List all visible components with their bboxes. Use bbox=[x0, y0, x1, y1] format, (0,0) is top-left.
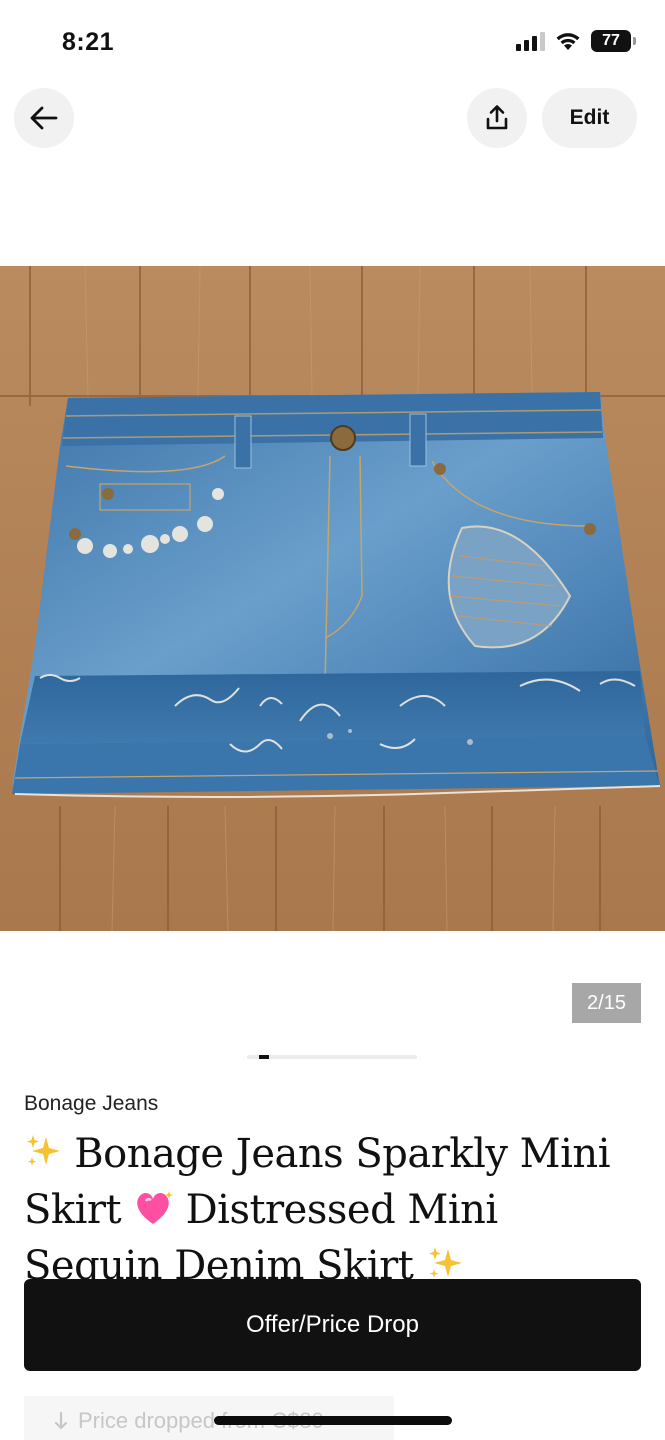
sparkling-heart-icon bbox=[133, 1188, 174, 1240]
status-bar: 8:21 77 bbox=[0, 0, 665, 80]
listing-title: Bonage Jeans Sparkly Mini Skirt Distress… bbox=[24, 1128, 644, 1296]
battery-level: 77 bbox=[602, 32, 620, 49]
sparkles-icon bbox=[24, 1132, 62, 1184]
back-button[interactable] bbox=[14, 88, 74, 148]
brand-name[interactable]: Bonage Jeans bbox=[24, 1092, 158, 1116]
status-icons: 77 bbox=[516, 30, 636, 52]
carousel-indicator-thumb bbox=[259, 1055, 269, 1059]
top-nav: Edit bbox=[0, 88, 665, 148]
carousel-indicator bbox=[247, 1055, 417, 1059]
battery-icon: 77 bbox=[591, 30, 636, 52]
arrow-down-icon bbox=[54, 1411, 68, 1430]
wifi-icon bbox=[556, 33, 580, 50]
signal-icon bbox=[516, 31, 545, 51]
status-time: 8:21 bbox=[62, 28, 115, 56]
image-counter: 2/15 bbox=[572, 983, 641, 1023]
share-upload-icon bbox=[486, 105, 508, 130]
denim-skirt-image bbox=[0, 266, 665, 931]
arrow-left-icon bbox=[30, 106, 58, 130]
edit-button[interactable]: Edit bbox=[542, 88, 637, 148]
offer-price-drop-button[interactable]: Offer/Price Drop bbox=[24, 1279, 641, 1371]
home-indicator[interactable] bbox=[214, 1416, 452, 1425]
share-button[interactable] bbox=[467, 88, 527, 148]
product-photo[interactable] bbox=[0, 266, 665, 931]
